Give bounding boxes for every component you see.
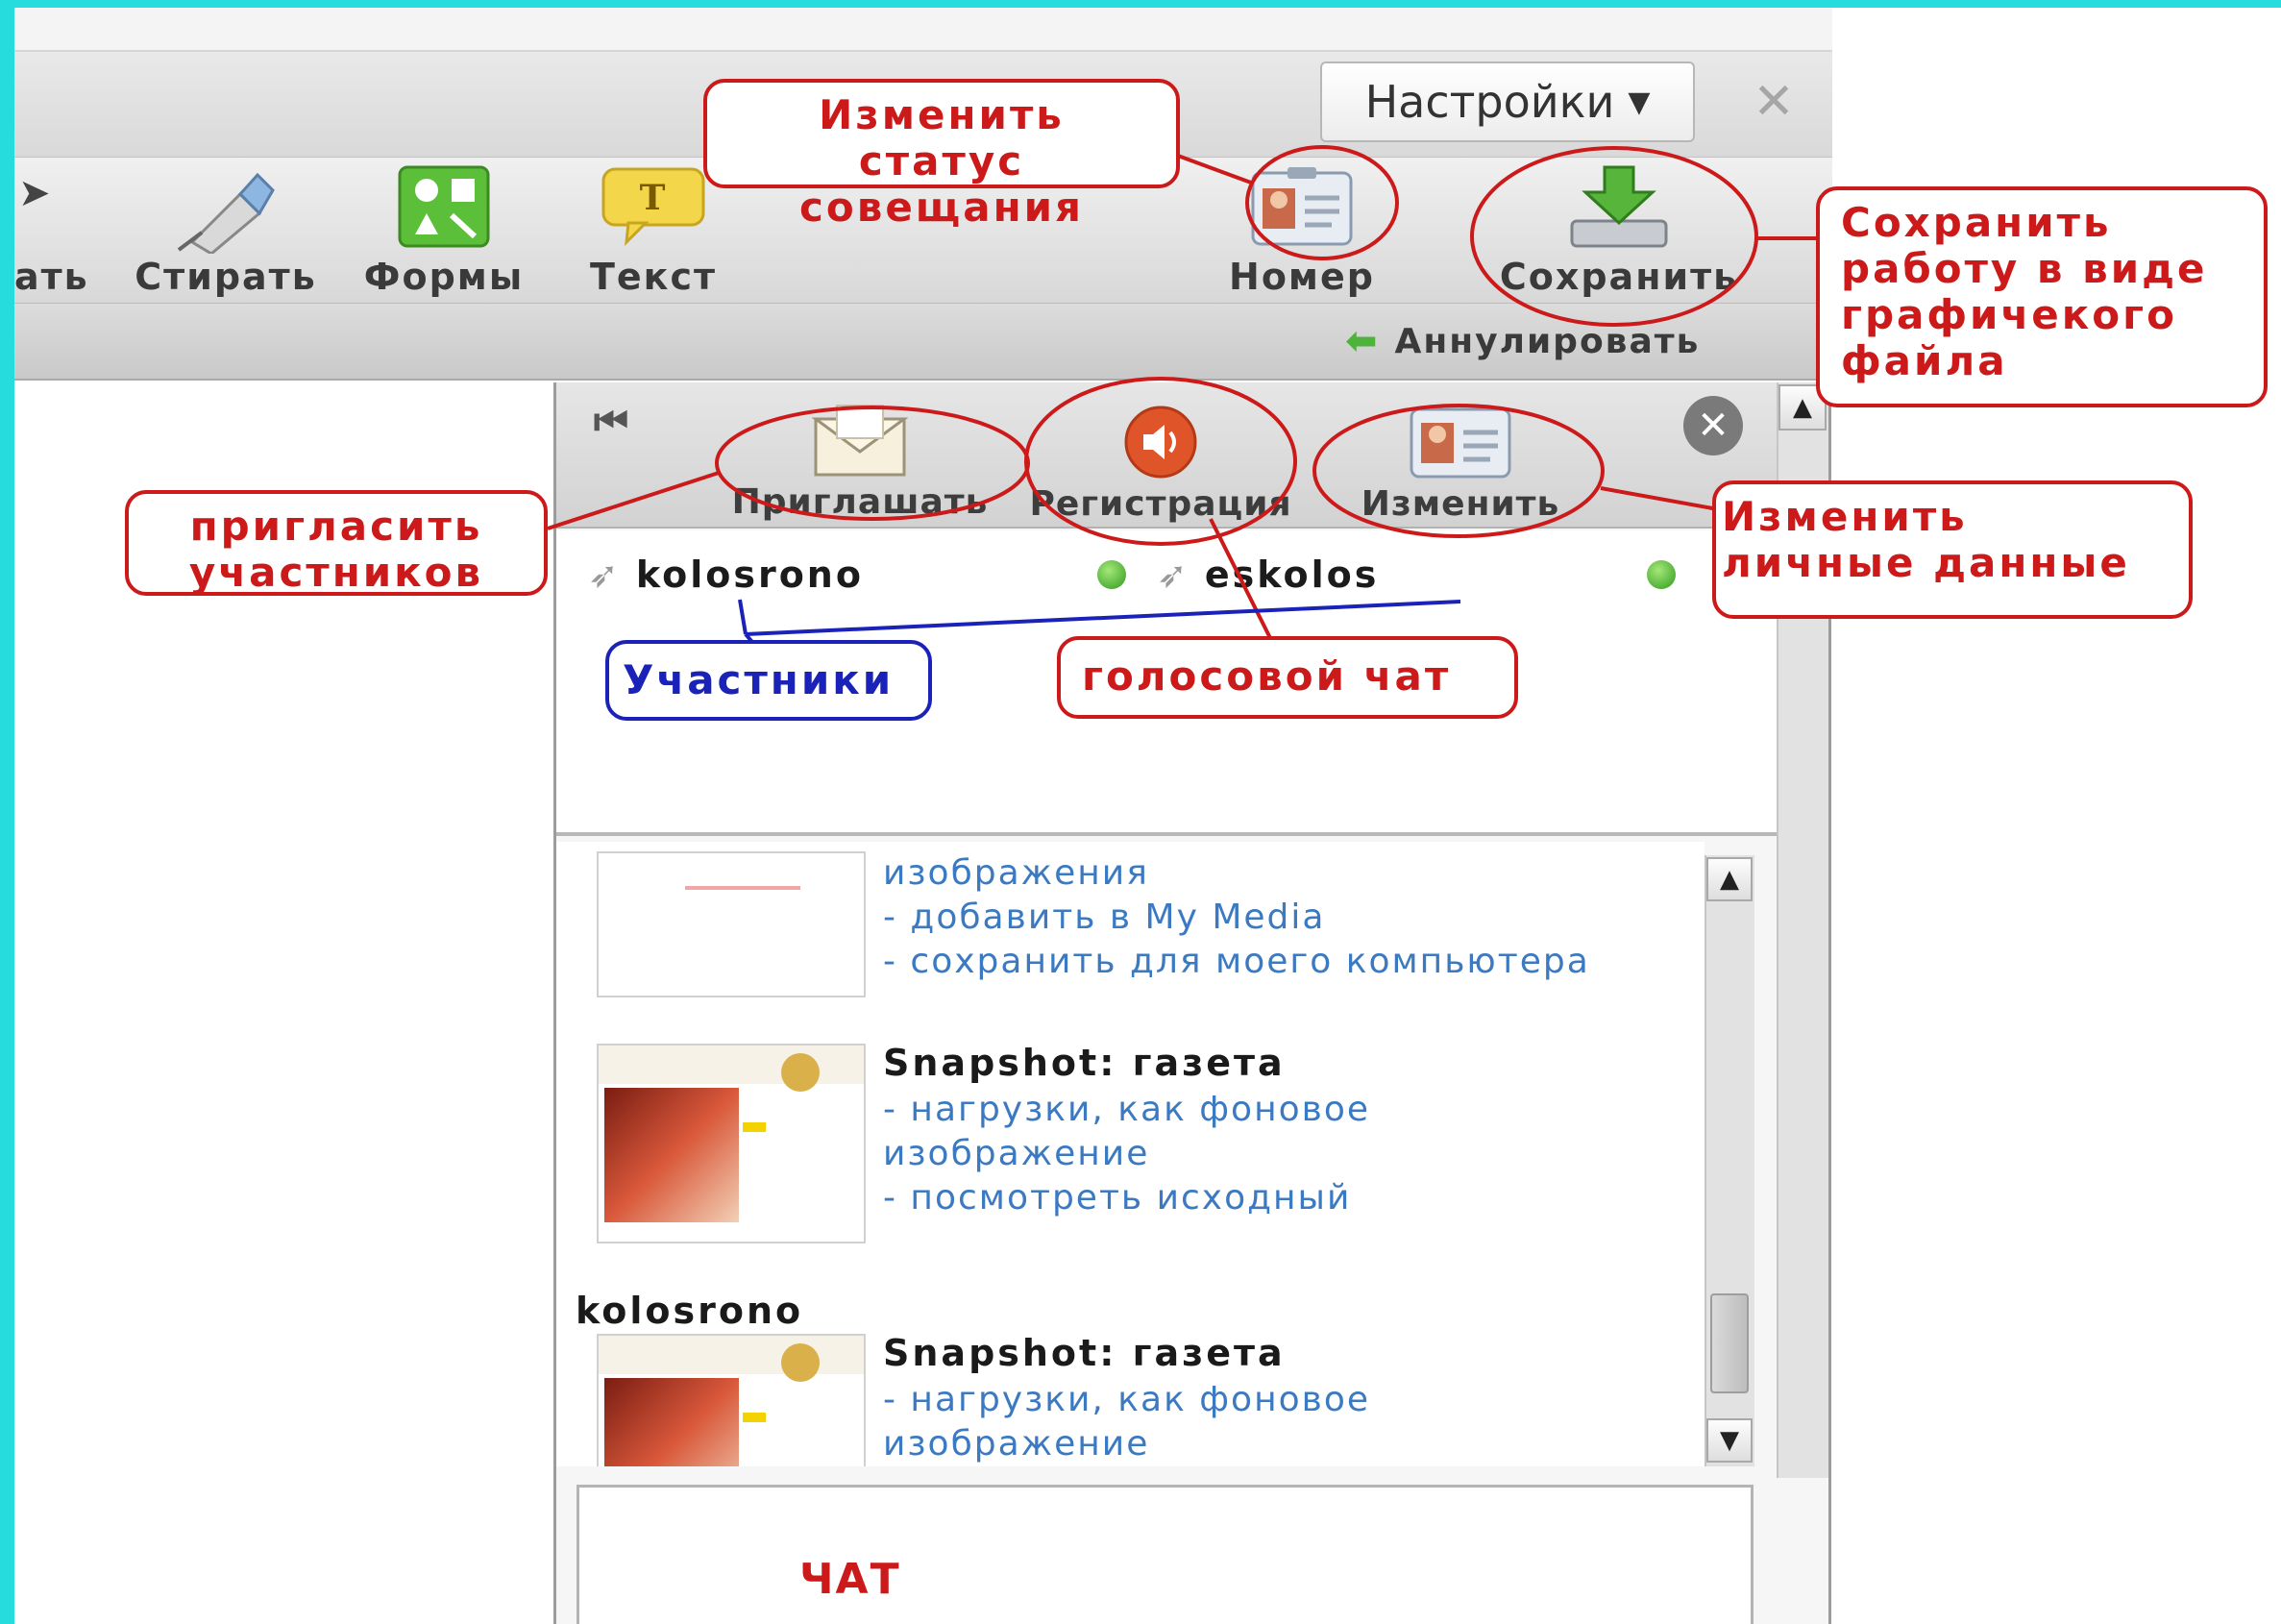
callout-change-status: Изменить статус совещания [703,79,1180,231]
callout-save-graphic: Сохранить работу в виде графичекого файл… [1816,186,2268,407]
callout-participants: Участники [605,640,932,721]
callout-voice-chat: голосовой чат [1057,636,1518,719]
callout-invite: пригласить участников [125,490,548,596]
callout-change-personal: Изменить личные данные [1712,480,2193,619]
